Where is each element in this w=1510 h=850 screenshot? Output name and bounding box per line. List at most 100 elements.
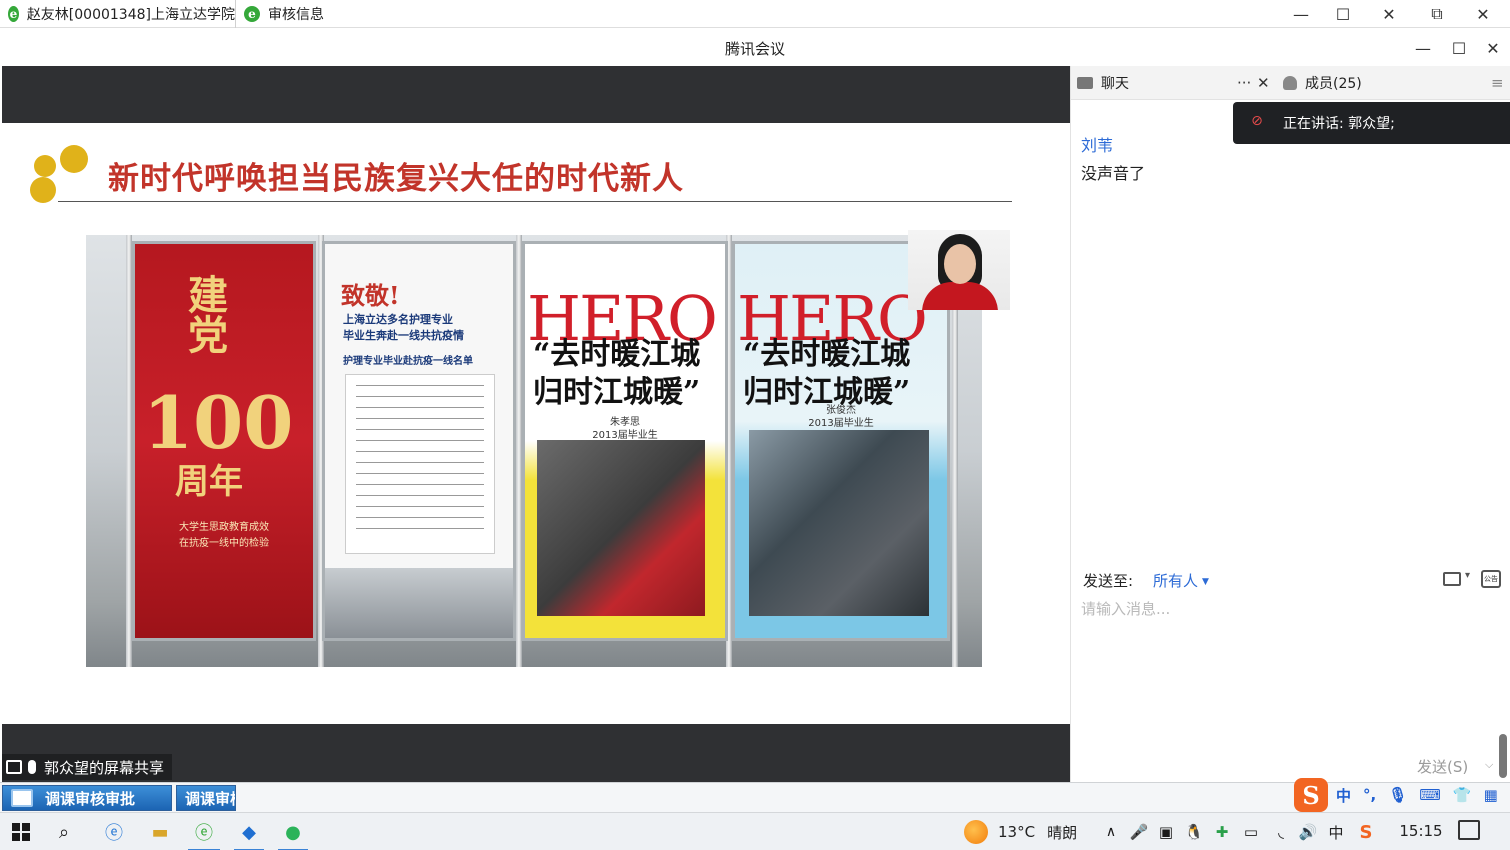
weather-temp: 13°C bbox=[998, 823, 1036, 841]
ie-browser-icon[interactable]: ⓔ bbox=[92, 813, 136, 850]
keyboard-icon[interactable]: ⌨ bbox=[1419, 786, 1441, 804]
browser-tab-review[interactable]: e 审核信息 bbox=[236, 0, 436, 28]
chat-panel: 聊天 ··· ✕ 成员(25) ≡ ⊘ 正在讲话: 郭众望; 刘苇 没声音了 发… bbox=[1070, 66, 1510, 782]
qq-icon[interactable]: 🐧 bbox=[1182, 813, 1206, 850]
banner-name-list bbox=[345, 374, 495, 554]
panel-tabs: 聊天 ··· ✕ 成员(25) ≡ bbox=[1071, 66, 1510, 100]
ie-icon: e bbox=[244, 6, 260, 22]
banner-photos bbox=[749, 430, 929, 616]
send-to-label: 发送至: bbox=[1083, 572, 1134, 590]
ie-icon: e bbox=[8, 6, 19, 22]
banner-tribute: 致敬! 上海立达多名护理专业 毕业生奔赴一线共抗疫情 护理专业毕业赴抗疫一线名单 bbox=[322, 241, 516, 641]
send-to-select[interactable]: 所有人 ▼ bbox=[1153, 570, 1209, 591]
exhibition-photo: 建党 100 周年 大学生思政教育成效 在抗疫一线中的检验 致敬! 上海立达多名… bbox=[86, 235, 982, 667]
speaking-text: 正在讲话: 郭众望; bbox=[1283, 116, 1395, 132]
screen-share-icon bbox=[6, 760, 22, 774]
outer-restore-button[interactable]: ⧉ bbox=[1414, 0, 1460, 28]
volume-icon[interactable]: 🔊 bbox=[1296, 813, 1320, 850]
input-language-indicator[interactable]: 中 bbox=[1324, 813, 1348, 850]
ime-mode[interactable]: 中 bbox=[1336, 785, 1351, 806]
banner-person: 张俊杰 2013届毕业生 bbox=[735, 404, 947, 430]
meeting-close-button[interactable]: ✕ bbox=[1478, 34, 1508, 62]
tab-chat[interactable]: 聊天 bbox=[1077, 66, 1129, 100]
security-icon[interactable]: ✚ bbox=[1210, 813, 1234, 850]
tab-members[interactable]: 成员(25) bbox=[1283, 66, 1362, 100]
battery-icon[interactable]: ▭ bbox=[1238, 813, 1264, 850]
slide-logo-icon bbox=[30, 145, 90, 205]
more-icon[interactable]: ··· bbox=[1237, 66, 1251, 100]
windows-logo-icon bbox=[12, 823, 30, 841]
chevron-down-icon[interactable]: ⌵ bbox=[1485, 758, 1493, 772]
browser-tab-teacher[interactable]: e 赵友林[00001348]上海立达学院 bbox=[0, 0, 236, 28]
banner-campus-photo bbox=[325, 568, 513, 638]
notification-icon[interactable] bbox=[1458, 820, 1480, 840]
banner-person: 朱孝思 2013届毕业生 bbox=[525, 416, 725, 442]
punctuation-icon[interactable]: °, bbox=[1363, 786, 1376, 804]
windows-taskbar: ⌕ ⓔ ▬ ⓔ ◆ ● 13°C 晴朗 ∧ 🎤 ▣ 🐧 ✚ ▭ ◟ 🔊 中 S bbox=[0, 812, 1510, 850]
start-button[interactable] bbox=[0, 813, 42, 850]
share-top-band bbox=[2, 66, 1070, 123]
screen-share-tag[interactable]: 郭众望的屏幕共享 bbox=[2, 754, 173, 780]
banner-big-number: 100 bbox=[143, 380, 294, 465]
slideshow-icon bbox=[11, 789, 33, 807]
message-input[interactable] bbox=[1081, 598, 1501, 758]
browser-close-button[interactable]: ✕ bbox=[1366, 0, 1412, 28]
menu-icon[interactable]: ≡ bbox=[1491, 66, 1504, 100]
weather-text: 晴朗 bbox=[1047, 823, 1078, 842]
meeting-title: 腾讯会议 bbox=[724, 40, 785, 58]
presenter-webcam bbox=[908, 230, 1010, 310]
banner-list-title: 护理专业毕业赴抗疫一线名单 bbox=[343, 356, 473, 367]
app-button-label: 调课审核 bbox=[185, 789, 235, 808]
folder-icon[interactable] bbox=[1443, 572, 1461, 586]
shared-screen: 新时代呼唤担当民族复兴大任的时代新人 建党 100 周年 大学生思政教育成效 在… bbox=[2, 66, 1070, 782]
microphone-icon bbox=[28, 760, 36, 774]
ime-toolbar[interactable]: S 中 °, 🎙 ⌨ 👕 ▦ bbox=[1294, 778, 1498, 812]
sogou-tray-icon[interactable]: S bbox=[1354, 813, 1378, 850]
tencent-meeting-icon[interactable]: ◆ bbox=[228, 813, 270, 850]
grid-icon[interactable]: ▦ bbox=[1484, 786, 1498, 804]
outer-close-button[interactable]: ✕ bbox=[1460, 0, 1506, 28]
banner-caption: 大学生思政教育成效 在抗疫一线中的检验 bbox=[135, 520, 313, 552]
green-browser-icon[interactable]: ⓔ bbox=[182, 813, 226, 850]
banner-calligraphy: “去时暖江城 归时江城暖” bbox=[743, 336, 910, 412]
banner-calligraphy-line: “去时暖江城 bbox=[743, 337, 911, 372]
browser-minimize-button[interactable]: — bbox=[1278, 0, 1324, 28]
microphone-icon[interactable]: 🎤 bbox=[1128, 813, 1150, 850]
caret-down-icon: ▼ bbox=[1202, 577, 1209, 587]
browser-maximize-button[interactable]: ☐ bbox=[1320, 0, 1366, 28]
banner-caption-line: 在抗疫一线中的检验 bbox=[179, 538, 269, 549]
message-text: 没声音了 bbox=[1081, 164, 1146, 183]
banner-person-name: 朱孝思 bbox=[610, 417, 640, 428]
scrollbar[interactable] bbox=[1499, 734, 1507, 778]
microphone-icon[interactable]: 🎙 bbox=[1388, 786, 1407, 804]
browser-tab-label: 赵友林[00001348]上海立达学院 bbox=[26, 7, 235, 23]
banner-anniversary: 周年 bbox=[175, 462, 243, 502]
app-button-bar: 调课审核审批 调课审核 bbox=[0, 782, 1510, 812]
notice-icon[interactable]: 公告 bbox=[1481, 570, 1501, 588]
wechat-icon[interactable]: ● bbox=[272, 813, 314, 850]
banner-calligraphy-line: 归时江城暖” bbox=[533, 375, 701, 410]
browser-tab-label: 审核信息 bbox=[268, 7, 324, 23]
chat-bubble-icon bbox=[1077, 77, 1093, 89]
skin-icon[interactable]: 👕 bbox=[1453, 786, 1472, 804]
app-button-course-review[interactable]: 调课审核审批 bbox=[2, 785, 172, 811]
send-button[interactable]: 发送(S) bbox=[1417, 756, 1468, 777]
search-icon[interactable]: ⌕ bbox=[44, 813, 84, 850]
banner-calligraphy-line: “去时暖江城 bbox=[533, 337, 701, 372]
meeting-minimize-button[interactable]: — bbox=[1408, 34, 1438, 62]
banner-subtitle: 上海立达多名护理专业 毕业生奔赴一线共抗疫情 护理专业毕业赴抗疫一线名单 bbox=[343, 312, 473, 370]
screen-capture-icon[interactable]: ▣ bbox=[1154, 813, 1178, 850]
message-sender[interactable]: 刘苇 bbox=[1081, 132, 1113, 156]
slide-divider bbox=[58, 201, 1012, 202]
app-button-label: 调课审核审批 bbox=[45, 789, 136, 808]
banner-photos bbox=[537, 440, 705, 616]
weather-widget[interactable]: 13°C 晴朗 bbox=[964, 813, 1077, 850]
taskbar-clock[interactable]: 15:15 bbox=[1392, 812, 1450, 850]
meeting-maximize-button[interactable]: ☐ bbox=[1444, 34, 1474, 62]
file-explorer-icon[interactable]: ▬ bbox=[140, 813, 180, 850]
close-icon[interactable]: ✕ bbox=[1257, 66, 1270, 100]
chevron-down-icon[interactable]: ▾ bbox=[1465, 570, 1470, 581]
tray-expand-icon[interactable]: ∧ bbox=[1100, 813, 1122, 850]
wifi-icon[interactable]: ◟ bbox=[1268, 813, 1294, 850]
app-button-course-review-2[interactable]: 调课审核 bbox=[176, 785, 236, 811]
